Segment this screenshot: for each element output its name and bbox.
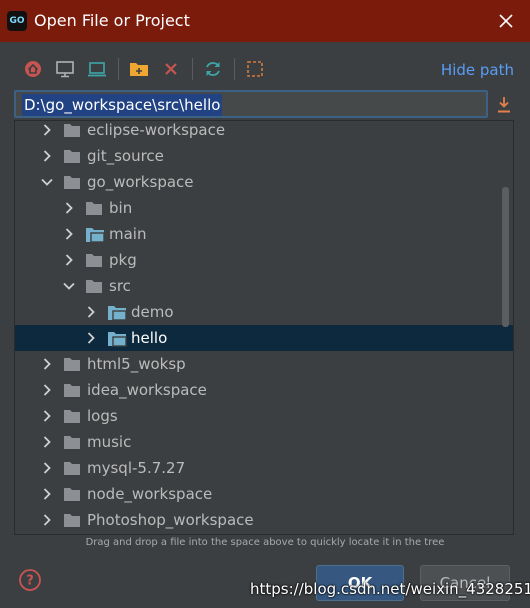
file-tree[interactable]: eclipse-workspace git_source go_workspaceb… (14, 120, 514, 535)
folder-icon (64, 358, 80, 371)
tree-row-label: logs (87, 407, 118, 425)
tree-row-label: node_workspace (87, 485, 213, 503)
show-hidden-icon[interactable] (244, 58, 266, 80)
chevron-right-icon[interactable] (83, 304, 99, 320)
tree-row[interactable]: mysql-5.7.27 (15, 455, 513, 481)
tree-row-label: mysql-5.7.27 (87, 459, 186, 477)
chevron-right-icon[interactable] (39, 148, 55, 164)
path-input-value[interactable]: D:\go_workspace\src\hello (22, 94, 223, 116)
tree-row[interactable]: git_source (15, 143, 513, 169)
title-bar: GO Open File or Project (0, 0, 530, 42)
refresh-icon[interactable] (202, 58, 224, 80)
folder-icon (64, 462, 80, 475)
download-icon[interactable] (494, 94, 514, 116)
tree-row[interactable]: demo (15, 299, 513, 325)
tree-row[interactable]: go_workspace (15, 169, 513, 195)
toolbar: Hide path (0, 54, 530, 84)
folder-icon (86, 254, 102, 267)
tree-row[interactable]: hello (15, 325, 513, 351)
folder-icon (64, 176, 80, 189)
chevron-right-icon[interactable] (61, 226, 77, 242)
tree-row[interactable]: logs (15, 403, 513, 429)
tree-row[interactable]: eclipse-workspace (15, 121, 513, 143)
close-icon[interactable] (492, 7, 520, 35)
drag-drop-hint: Drag and drop a file into the space abov… (85, 537, 445, 548)
tree-row[interactable]: src (15, 273, 513, 299)
path-input[interactable]: D:\go_workspace\src\hello (14, 90, 488, 118)
folder-icon (86, 280, 102, 293)
tree-row[interactable]: html5_woksp (15, 351, 513, 377)
tree-row[interactable]: bin (15, 195, 513, 221)
module-folder-icon (86, 228, 105, 243)
desktop-icon[interactable] (54, 58, 76, 80)
goland-app-icon: GO (7, 11, 27, 31)
tree-row[interactable]: Photoshop_workspace (15, 507, 513, 533)
watermark: https://blog.csdn.net/weixin_43282511 (250, 580, 530, 598)
chevron-right-icon[interactable] (39, 486, 55, 502)
tree-row-label: eclipse-workspace (87, 121, 226, 139)
chevron-down-icon[interactable] (39, 174, 55, 190)
chevron-right-icon[interactable] (61, 200, 77, 216)
chevron-right-icon[interactable] (39, 460, 55, 476)
chevron-right-icon[interactable] (39, 434, 55, 450)
svg-text:?: ? (26, 574, 34, 589)
tree-row-label: html5_woksp (87, 355, 186, 373)
tree-row[interactable]: main (15, 221, 513, 247)
tree-scrollbar[interactable] (502, 187, 509, 327)
tree-row[interactable]: node_workspace (15, 481, 513, 507)
tree-row[interactable]: idea_workspace (15, 377, 513, 403)
folder-icon (64, 488, 80, 501)
tree-row-label: git_source (87, 147, 164, 165)
tree-row-label: hello (131, 329, 168, 347)
tree-row[interactable]: music (15, 429, 513, 455)
chevron-right-icon[interactable] (83, 330, 99, 346)
new-folder-icon[interactable] (128, 58, 150, 80)
chevron-right-icon[interactable] (61, 252, 77, 268)
folder-icon (64, 410, 80, 423)
chevron-right-icon[interactable] (39, 408, 55, 424)
chevron-right-icon[interactable] (39, 512, 55, 528)
folder-icon (64, 384, 80, 397)
hide-path-link[interactable]: Hide path (441, 61, 514, 79)
folder-icon (64, 514, 80, 527)
chevron-right-icon[interactable] (39, 122, 55, 138)
tree-row-label: demo (131, 303, 174, 321)
tree-row-label: Photoshop_workspace (87, 511, 254, 529)
tree-row-label: pkg (109, 251, 137, 269)
folder-icon (64, 436, 80, 449)
home-icon[interactable] (22, 58, 44, 80)
project-icon[interactable] (86, 58, 108, 80)
module-folder-icon (108, 306, 127, 321)
chevron-down-icon[interactable] (61, 278, 77, 294)
chevron-right-icon[interactable] (39, 382, 55, 398)
module-folder-icon (108, 332, 127, 347)
delete-icon[interactable] (160, 58, 182, 80)
help-icon[interactable]: ? (18, 568, 42, 592)
tree-row-label: main (109, 225, 147, 243)
tree-row[interactable]: pkg (15, 247, 513, 273)
tree-row-label: bin (109, 199, 133, 217)
folder-icon (86, 202, 102, 215)
tree-row-label: src (109, 277, 131, 295)
folder-icon (64, 150, 80, 163)
tree-row-label: music (87, 433, 132, 451)
folder-icon (64, 124, 80, 137)
tree-row-label: go_workspace (87, 173, 194, 191)
tree-row-label: idea_workspace (87, 381, 207, 399)
chevron-right-icon[interactable] (39, 356, 55, 372)
window-title: Open File or Project (34, 11, 190, 30)
